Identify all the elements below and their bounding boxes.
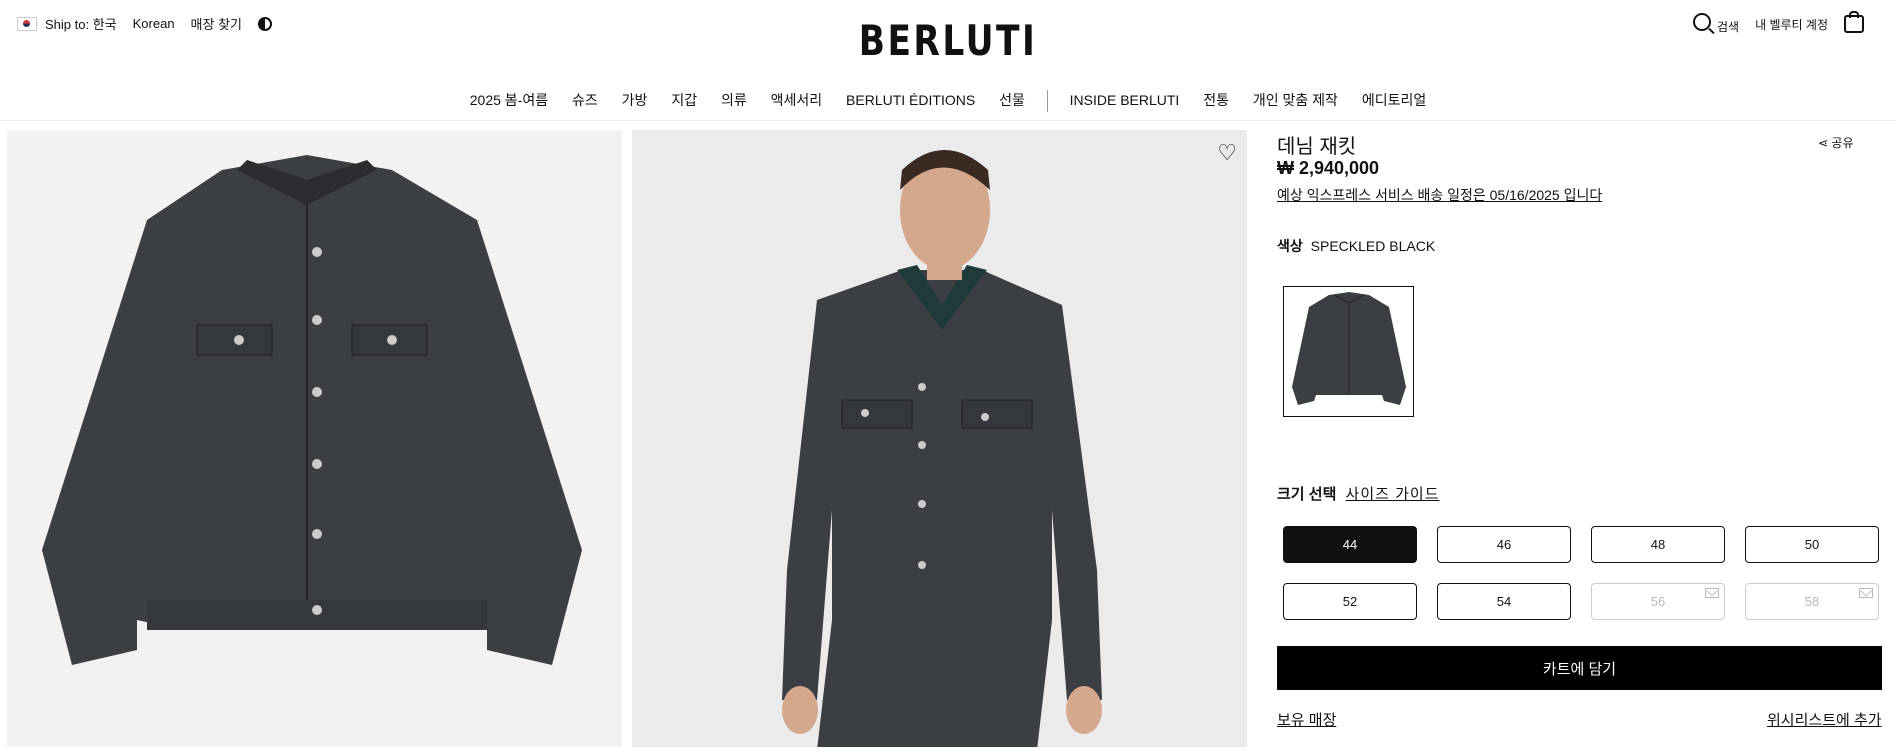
size-option-56[interactable]: 56: [1591, 583, 1725, 620]
top-right-utilities: 검색 내 벨루티 계정: [1677, 11, 1864, 35]
nav-item-inside-berluti[interactable]: INSIDE BERLUTI: [1070, 92, 1180, 108]
size-option-58[interactable]: 58: [1745, 583, 1879, 620]
color-value: SPECKLED BLACK: [1310, 238, 1436, 254]
account-link[interactable]: 내 벨루티 계정: [1755, 16, 1828, 33]
size-option-44[interactable]: 44: [1283, 526, 1417, 563]
size-label: 크기 선택: [1277, 486, 1337, 503]
size-56-label: 56: [1650, 594, 1666, 609]
nav-item-bespoke[interactable]: 개인 맞춤 제작: [1253, 92, 1338, 108]
product-title: 데님 재킷: [1277, 136, 1357, 158]
color-label: 색상: [1277, 238, 1303, 254]
product-image-model[interactable]: ♡: [632, 130, 1247, 747]
ship-to-link[interactable]: Ship to: 한국: [45, 14, 117, 33]
nav-item-spring-summer[interactable]: 2025 봄-여름: [470, 92, 548, 108]
delivery-estimate[interactable]: 예상 익스프레스 서비스 배송 일정은 05/16/2025 입니다: [1277, 185, 1602, 205]
size-58-label: 58: [1804, 594, 1820, 609]
nav-item-clothing[interactable]: 의류: [721, 92, 747, 108]
product-price: ₩ 2,940,000: [1277, 158, 1380, 178]
add-to-cart-button[interactable]: 카트에 담기: [1277, 646, 1882, 690]
search-label: 검색: [1716, 20, 1740, 34]
nav-divider: [1046, 90, 1048, 113]
shopping-bag-icon[interactable]: [1844, 11, 1864, 33]
notify-mail-icon: [1705, 588, 1719, 598]
nav-item-editions[interactable]: BERLUTI ÉDITIONS: [846, 92, 975, 108]
header-divider: [0, 120, 1896, 121]
product-image-flat[interactable]: [7, 130, 622, 747]
nav-item-gifts[interactable]: 선물: [999, 92, 1025, 108]
main-navigation: 2025 봄-여름 슈즈 가방 지갑 의류 액세서리 BERLUTI ÉDITI…: [0, 90, 1896, 113]
top-bar: Ship to: 한국 Korean 매장 찾기 BERLUTI 검색 내 벨루…: [0, 0, 1896, 65]
search-icon: [1692, 13, 1711, 31]
jacket-flat-illustration: [42, 155, 582, 665]
berluti-logo[interactable]: BERLUTI: [171, 16, 1726, 65]
nav-item-shoes[interactable]: 슈즈: [572, 92, 598, 108]
size-guide-link[interactable]: 사이즈 가이드: [1346, 486, 1440, 503]
size-option-48[interactable]: 48: [1591, 526, 1725, 563]
add-to-wishlist-link[interactable]: 위시리스트에 추가: [1767, 709, 1882, 730]
search-button[interactable]: 검색: [1692, 13, 1740, 35]
size-option-46[interactable]: 46: [1437, 526, 1571, 563]
nav-item-editorial[interactable]: 에디토리얼: [1362, 92, 1426, 108]
language-link[interactable]: Korean: [133, 16, 175, 31]
store-stock-link[interactable]: 보유 매장: [1277, 709, 1336, 730]
notify-mail-icon: [1859, 588, 1873, 598]
color-swatch-speckled-black[interactable]: [1283, 286, 1414, 417]
size-option-54[interactable]: 54: [1437, 583, 1571, 620]
wishlist-heart-icon[interactable]: ♡: [1217, 140, 1237, 166]
nav-item-bags[interactable]: 가방: [622, 92, 648, 108]
model-illustration: [782, 150, 1102, 747]
nav-item-wallets[interactable]: 지갑: [671, 92, 697, 108]
share-icon: ⋖: [1818, 136, 1829, 150]
swatch-jacket-thumbnail: [1292, 292, 1406, 405]
nav-item-heritage[interactable]: 전통: [1203, 92, 1229, 108]
size-selector-header: 크기 선택 사이즈 가이드: [1277, 483, 1440, 504]
size-option-52[interactable]: 52: [1283, 583, 1417, 620]
share-label: 공유: [1831, 136, 1854, 150]
korea-flag-icon: [17, 16, 37, 31]
nav-item-accessories[interactable]: 액세서리: [771, 92, 823, 108]
size-option-50[interactable]: 50: [1745, 526, 1879, 563]
share-button[interactable]: ⋖ 공유: [1818, 134, 1854, 151]
color-row: 색상 SPECKLED BLACK: [1277, 236, 1435, 256]
